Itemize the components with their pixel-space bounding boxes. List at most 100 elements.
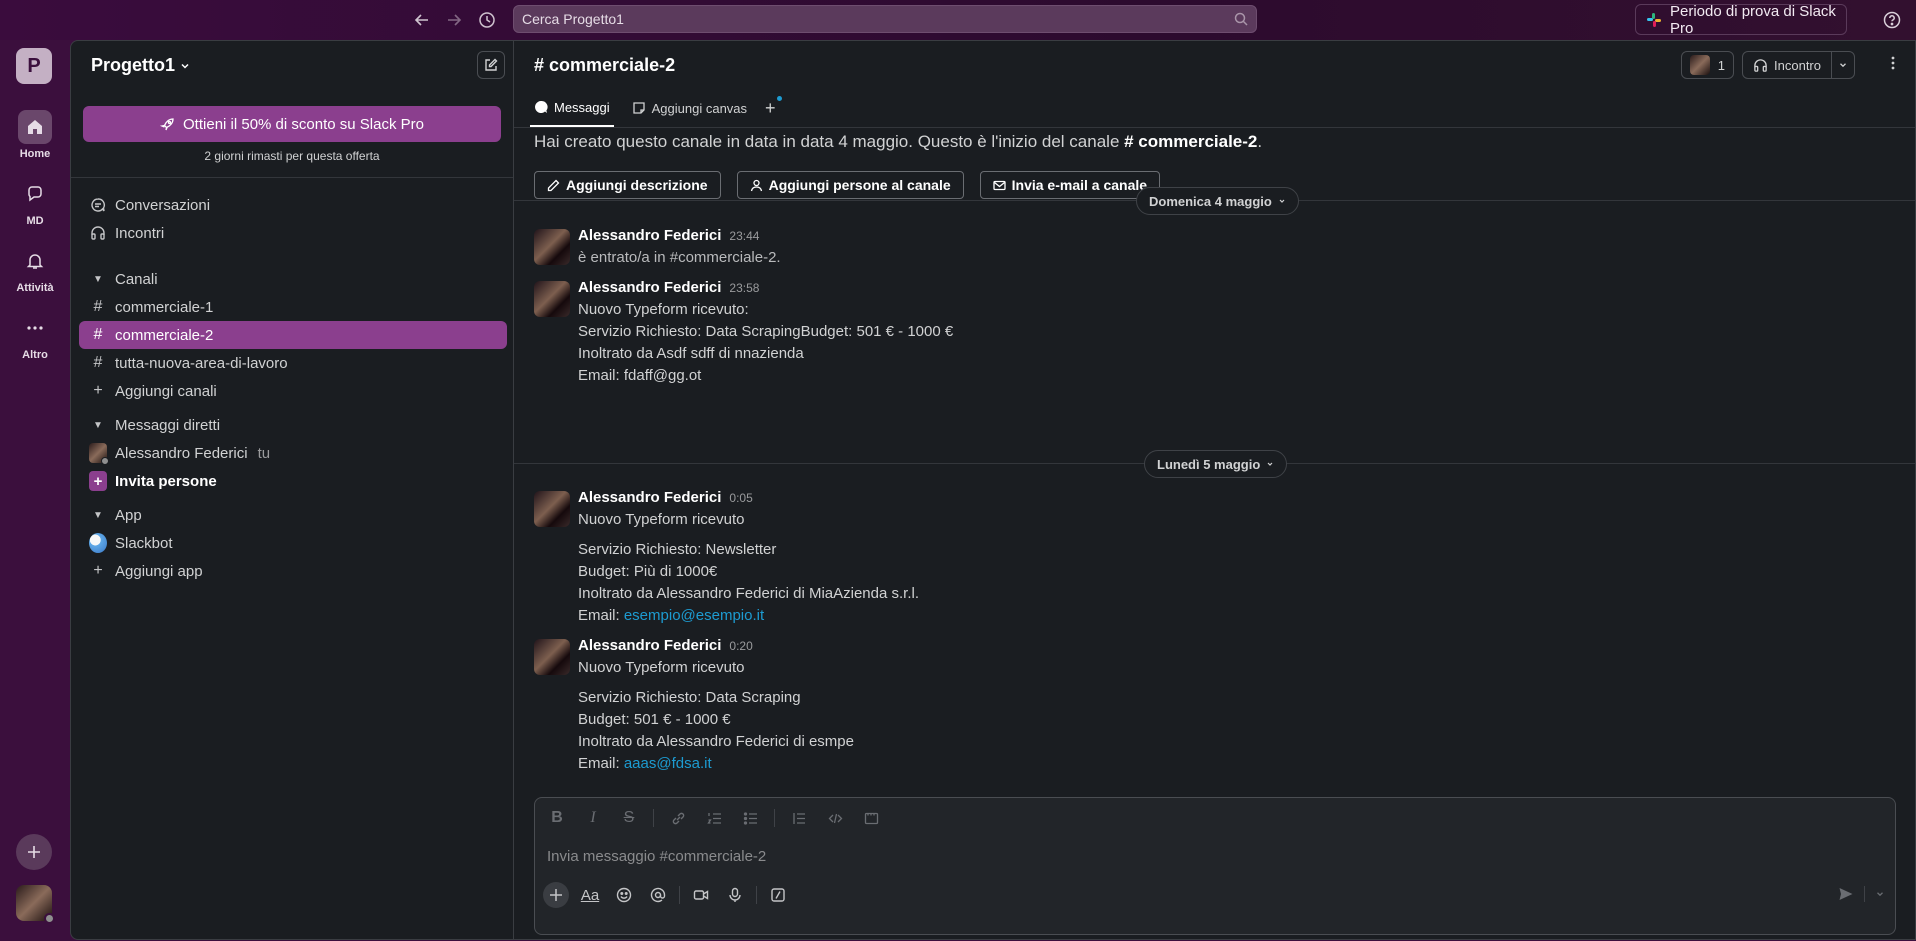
date-separator-pill[interactable]: Lunedì 5 maggio	[1144, 450, 1288, 478]
code-block-icon[interactable]	[859, 806, 883, 830]
plus-icon: +	[89, 471, 107, 491]
email-link[interactable]: aaas@fdsa.it	[624, 755, 712, 772]
emoji-icon[interactable]	[611, 882, 637, 908]
promo-button[interactable]: Ottieni il 50% di sconto su Slack Pro	[83, 106, 501, 142]
rail-item-more[interactable]: Altro	[0, 311, 70, 361]
strikethrough-icon[interactable]: S	[617, 806, 641, 830]
rail-item-activity[interactable]: Attività	[0, 244, 70, 294]
trial-button[interactable]: Periodo di prova di Slack Pro	[1635, 3, 1847, 37]
tab-messages[interactable]: Messaggi	[530, 97, 614, 127]
chevron-down-icon[interactable]	[1832, 52, 1854, 78]
tab-label: Aggiungi canvas	[651, 100, 748, 116]
sidebar-item-slackbot[interactable]: Slackbot	[79, 529, 507, 557]
add-tab-plus-icon[interactable]: +	[765, 96, 782, 127]
dm-icon	[18, 177, 52, 211]
email-label: Email:	[578, 755, 624, 772]
email-icon	[992, 179, 1006, 192]
sidebar-item-channel[interactable]: # commerciale-1	[79, 293, 507, 321]
rail-item-home[interactable]: Home	[0, 110, 70, 160]
intro-text: Hai creato questo canale in data in data…	[534, 132, 1125, 151]
back-arrow-icon[interactable]	[410, 8, 434, 32]
message-author[interactable]: Alessandro Federici	[578, 489, 721, 506]
sidebar-item-channel-active[interactable]: # commerciale-2	[79, 321, 507, 349]
message-time[interactable]: 0:20	[729, 639, 752, 653]
workspace-name[interactable]: Progetto1	[91, 55, 191, 76]
avatar[interactable]	[534, 229, 570, 265]
add-description-button[interactable]: Aggiungi descrizione	[534, 171, 721, 199]
add-people-button[interactable]: Aggiungi persone al canale	[736, 171, 964, 199]
avatar[interactable]	[534, 281, 570, 317]
rail-item-dm[interactable]: MD	[0, 177, 70, 227]
section-channels[interactable]: ▼ Canali	[79, 265, 507, 293]
microphone-icon[interactable]	[722, 882, 748, 908]
ordered-list-icon[interactable]	[702, 806, 726, 830]
section-apps[interactable]: ▼ App	[79, 501, 507, 529]
tab-add-canvas[interactable]: Aggiungi canvas	[628, 97, 751, 127]
history-clock-icon[interactable]	[475, 8, 499, 32]
invite-people-button[interactable]: + Invita persone	[79, 467, 507, 495]
channel-title[interactable]: # commerciale-2	[534, 55, 675, 76]
search-icon	[1234, 12, 1248, 26]
message-line: è entrato/a in #commerciale-2.	[578, 249, 781, 266]
message-author[interactable]: Alessandro Federici	[578, 279, 721, 296]
link-icon[interactable]	[666, 806, 690, 830]
bold-icon[interactable]: B	[545, 806, 569, 830]
huddle-start[interactable]: Incontro	[1743, 52, 1832, 78]
person-icon	[750, 179, 763, 192]
sidebar-item-channel[interactable]: # tutta-nuova-area-di-lavoro	[79, 349, 507, 377]
channel-tabs: Messaggi Aggiungi canvas +	[530, 96, 782, 127]
message-time[interactable]: 0:05	[729, 491, 752, 505]
forward-arrow-icon[interactable]	[442, 8, 466, 32]
section-label: App	[115, 506, 142, 524]
hash-icon: #	[93, 354, 103, 371]
mention-icon[interactable]	[645, 882, 671, 908]
dm-user-label: Alessandro Federici	[115, 444, 248, 462]
blockquote-icon[interactable]	[787, 806, 811, 830]
add-channels-button[interactable]: + Aggiungi canali	[79, 377, 507, 405]
video-icon[interactable]	[688, 882, 714, 908]
email-label: Email:	[578, 607, 624, 624]
chevron-down-icon[interactable]	[1875, 889, 1885, 899]
slack-logo-icon	[1646, 12, 1662, 28]
italic-icon[interactable]: I	[581, 806, 605, 830]
more-vertical-icon[interactable]	[1885, 55, 1901, 71]
message-time[interactable]: 23:44	[729, 229, 759, 243]
email-channel-button[interactable]: Invia e-mail a canale	[979, 171, 1161, 199]
hash-icon: #	[93, 298, 103, 315]
sidebar-item-huddles[interactable]: Incontri	[79, 219, 507, 247]
message-author[interactable]: Alessandro Federici	[578, 637, 721, 654]
add-app-button[interactable]: + Aggiungi app	[79, 557, 507, 585]
workspace-switcher[interactable]: P	[16, 48, 52, 84]
user-avatar[interactable]	[16, 885, 55, 924]
huddle-button[interactable]: Incontro	[1742, 51, 1855, 79]
message-title: Nuovo Typeform ricevuto	[578, 511, 745, 528]
search-input[interactable]: Cerca Progetto1	[513, 5, 1257, 33]
send-icon[interactable]	[1838, 886, 1854, 902]
section-direct-messages[interactable]: ▼ Messaggi diretti	[79, 411, 507, 439]
slash-command-icon[interactable]	[765, 882, 791, 908]
sidebar-item-label: Incontri	[115, 224, 165, 242]
sidebar-item-conversations[interactable]: Conversazioni	[79, 191, 507, 219]
add-workspace-button[interactable]	[16, 834, 52, 870]
intro-channel-name: # commerciale-2	[1124, 132, 1258, 151]
avatar[interactable]	[534, 491, 570, 527]
text-format-icon[interactable]: Aa	[577, 882, 603, 908]
bulleted-list-icon[interactable]	[738, 806, 762, 830]
message-time[interactable]: 23:58	[729, 281, 759, 295]
code-icon[interactable]	[823, 806, 847, 830]
sidebar-item-dm-user[interactable]: Alessandro Federici tu	[79, 439, 507, 467]
members-button[interactable]: 1	[1680, 51, 1735, 79]
help-icon[interactable]	[1880, 8, 1904, 32]
workspace-rail: P Home MD Attività Altro	[0, 40, 70, 941]
email-link[interactable]: esempio@esempio.it	[624, 607, 764, 624]
message-line: Servizio Richiesto: Newsletter	[578, 541, 777, 558]
plus-icon: +	[93, 382, 103, 399]
avatar[interactable]	[534, 639, 570, 675]
message-composer[interactable]: B I S Invia messaggio #commerciale-2 Aa	[534, 797, 1896, 935]
date-separator-pill[interactable]: Domenica 4 maggio	[1136, 187, 1299, 215]
message-author[interactable]: Alessandro Federici	[578, 227, 721, 244]
add-app-label: Aggiungi app	[115, 562, 203, 580]
compose-button[interactable]	[477, 51, 505, 79]
chevron-down-icon	[1278, 197, 1286, 205]
attach-plus-icon[interactable]	[543, 882, 569, 908]
